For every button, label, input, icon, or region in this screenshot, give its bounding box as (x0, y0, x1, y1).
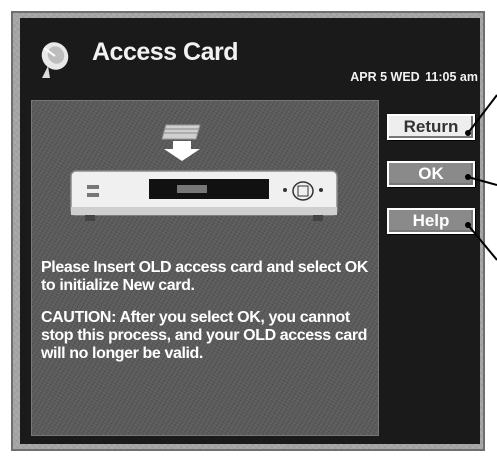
insert-arrow-icon (164, 141, 200, 161)
date-time: APR 5 WED 11:05 am (348, 70, 478, 84)
screen: Access Card APR 5 WED 11:05 am Please In… (20, 18, 480, 444)
help-button[interactable]: Help (387, 208, 475, 234)
time-label: 11:05 am (425, 70, 478, 84)
content-panel: Please Insert OLD access card and select… (31, 100, 379, 436)
page-title: Access Card (92, 38, 238, 66)
instruction-message: Please Insert OLD access card and select… (41, 259, 368, 294)
satellite-dish-icon (41, 42, 69, 78)
instruction-text: Please Insert OLD access card and select… (41, 259, 373, 377)
caution-message: CAUTION: After you select OK, you cannot… (41, 309, 368, 362)
ok-button[interactable]: OK (387, 161, 475, 187)
receiver-with-card-icon (70, 124, 338, 221)
return-button[interactable]: Return (387, 114, 475, 140)
date-label: APR 5 WED (350, 70, 420, 84)
access-card-icon (161, 124, 201, 140)
header: Access Card APR 5 WED 11:05 am (20, 18, 480, 88)
